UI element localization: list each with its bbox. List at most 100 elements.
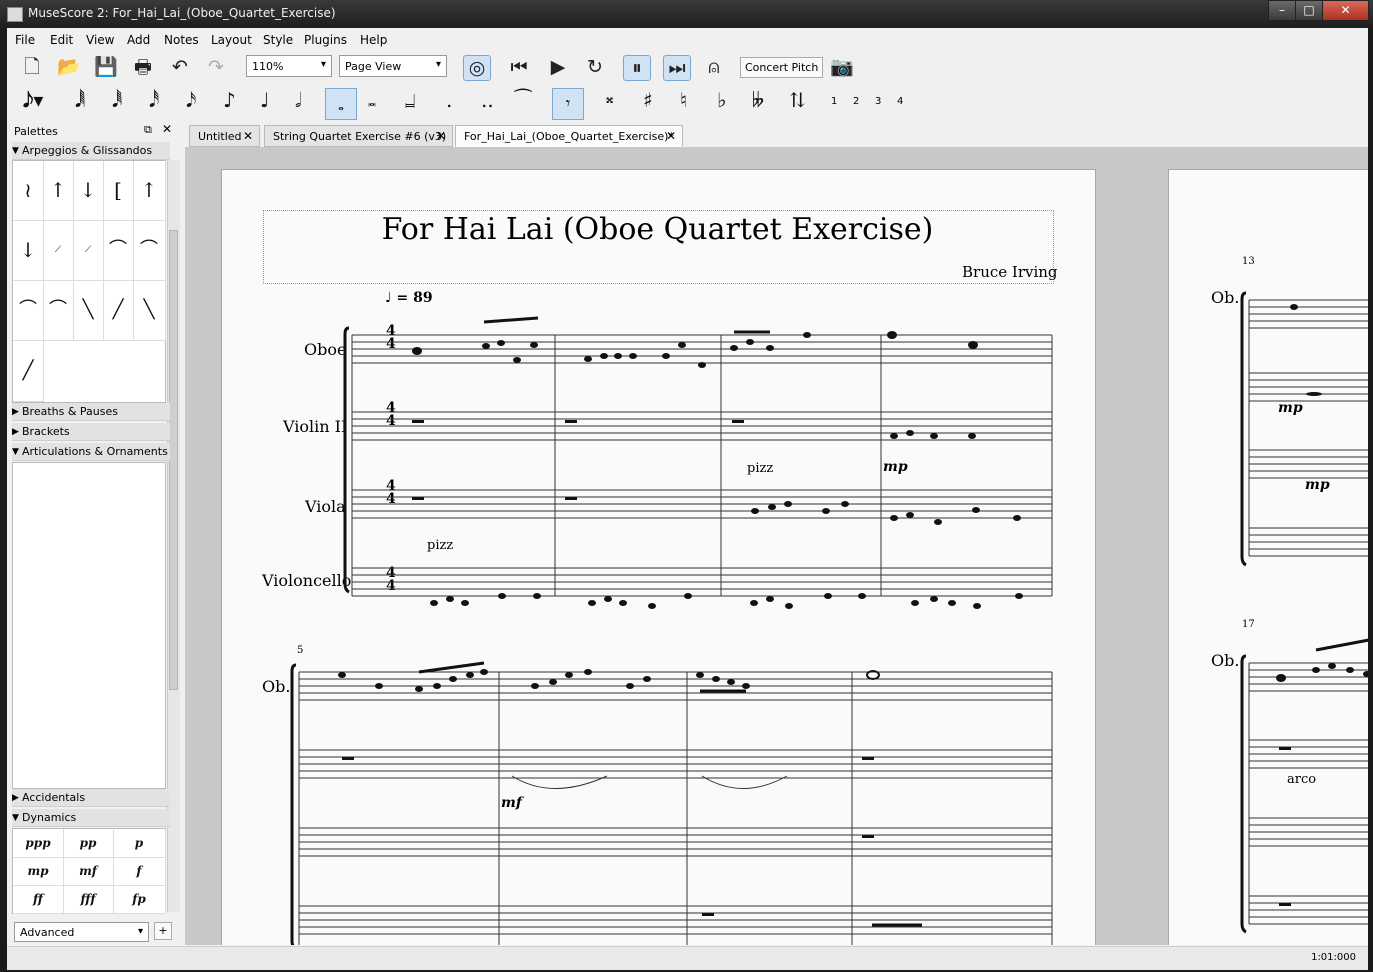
- close-tab-icon[interactable]: ✕: [243, 126, 253, 147]
- dynamic-p[interactable]: p: [113, 829, 166, 858]
- slide-out-down-icon[interactable]: ╲: [73, 280, 104, 341]
- voice-2-button[interactable]: 2: [853, 96, 859, 107]
- camera-icon[interactable]: 📷: [829, 55, 855, 79]
- double-sharp-icon[interactable]: 𝄪: [606, 88, 613, 108]
- staff-lines[interactable]: [1169, 170, 1368, 945]
- dynamic-ff[interactable]: ff: [13, 885, 64, 914]
- dynamic-f[interactable]: f: [113, 857, 166, 886]
- note-128th-icon[interactable]: 𝅘𝅥𝅲: [75, 88, 85, 112]
- menu-notes[interactable]: Notes: [164, 33, 199, 47]
- arpeggio-down-icon[interactable]: ↓: [73, 161, 104, 221]
- menu-style[interactable]: Style: [263, 33, 293, 47]
- menu-add[interactable]: Add: [127, 33, 150, 47]
- arpeggio-up-icon[interactable]: ↑: [43, 161, 74, 221]
- scrollbar-thumb[interactable]: [169, 230, 178, 690]
- float-panel-icon[interactable]: ⧉: [144, 123, 152, 137]
- menu-help[interactable]: Help: [360, 33, 387, 47]
- gliss-wavy-icon[interactable]: ⟋: [73, 220, 104, 281]
- dynamic-mf[interactable]: mf: [63, 857, 114, 886]
- close-tab-icon[interactable]: ✕: [666, 126, 676, 147]
- midi-input-icon[interactable]: ◎: [463, 55, 491, 81]
- note-32nd-icon[interactable]: 𝅘𝅥𝅰: [149, 88, 159, 112]
- slide-in-below-icon[interactable]: ╱: [13, 340, 44, 402]
- rewind-icon[interactable]: ⏮: [506, 55, 532, 79]
- note-whole-icon[interactable]: 𝅝: [325, 88, 357, 120]
- palette-accidentals-header[interactable]: ▶ Accidentals: [12, 789, 170, 807]
- close-panel-icon[interactable]: ✕: [162, 122, 172, 136]
- dynamic-ppp[interactable]: ppp: [13, 829, 64, 858]
- redo-icon[interactable]: ↷: [203, 55, 229, 79]
- fall-icon[interactable]: ⌒: [103, 220, 134, 281]
- note-breve-icon[interactable]: 𝅜: [368, 94, 376, 110]
- palette-breaths-header[interactable]: ▶ Breaths & Pauses: [12, 403, 170, 421]
- metronome-toggle-icon[interactable]: ⏸: [623, 55, 651, 81]
- rest-icon[interactable]: 𝄾: [552, 88, 584, 120]
- pan-score-icon[interactable]: ⏭: [663, 55, 691, 81]
- voice-3-button[interactable]: 3: [875, 96, 881, 107]
- flat-icon[interactable]: ♭: [717, 88, 726, 112]
- loop-icon[interactable]: ↻: [582, 55, 608, 79]
- chevron-down-icon: ▾: [137, 926, 143, 937]
- dynamic-fp[interactable]: fp: [113, 885, 166, 914]
- palette-brackets-header[interactable]: ▶ Brackets: [12, 423, 170, 441]
- close-window-button[interactable]: ✕: [1322, 0, 1369, 21]
- workspace-select[interactable]: Advanced ▾: [14, 922, 149, 942]
- new-score-icon[interactable]: 🗋: [19, 55, 45, 79]
- double-dot-icon[interactable]: ..: [481, 88, 494, 112]
- double-flat-icon[interactable]: 𝄫: [752, 88, 764, 112]
- doit-icon[interactable]: ⌒: [133, 220, 166, 281]
- note-64th-icon[interactable]: 𝅘𝅥𝅱: [112, 88, 122, 112]
- menu-plugins[interactable]: Plugins: [304, 33, 347, 47]
- view-mode-select[interactable]: Page View ▾: [339, 55, 447, 77]
- score-canvas[interactable]: For Hai Lai (Oboe Quartet Exercise) Bruc…: [185, 147, 1368, 945]
- dynamic-fff[interactable]: fff: [63, 885, 114, 914]
- dynamic-mp[interactable]: mp: [13, 857, 64, 886]
- note-input-mode-icon[interactable]: 𝅘𝅥𝅮▾: [23, 88, 43, 112]
- tie-icon[interactable]: ⁀: [515, 88, 531, 112]
- print-icon[interactable]: 🖶: [130, 55, 156, 79]
- augmentation-dot-icon[interactable]: .: [446, 88, 452, 112]
- note-half-icon[interactable]: 𝅗𝅥: [295, 88, 301, 112]
- note-longa-icon[interactable]: 𝆶: [405, 88, 416, 112]
- tab-untitled[interactable]: Untitled ✕: [189, 125, 260, 147]
- maximize-button[interactable]: □: [1295, 0, 1323, 21]
- arrow-up-icon[interactable]: ↑: [133, 161, 166, 221]
- arpeggio-icon[interactable]: ≀: [13, 161, 44, 221]
- sharp-icon[interactable]: ♯: [643, 88, 653, 112]
- zoom-select[interactable]: 110% ▾: [246, 55, 332, 77]
- gliss-straight-icon[interactable]: ⟋: [43, 220, 74, 281]
- arrow-down-icon[interactable]: ↓: [13, 220, 44, 281]
- tab-string-quartet[interactable]: String Quartet Exercise #6 (v3) ✕: [264, 125, 453, 147]
- menu-edit[interactable]: Edit: [50, 33, 73, 47]
- voice-1-button[interactable]: 1: [831, 96, 837, 107]
- slide-out-up-icon[interactable]: ╱: [103, 280, 134, 341]
- palette-dynamics-header[interactable]: ▼ Dynamics: [12, 809, 170, 827]
- play-icon[interactable]: ▶: [545, 55, 571, 79]
- staff-lines[interactable]: [222, 170, 1095, 945]
- scoop-icon[interactable]: ⌒: [43, 280, 74, 341]
- menu-file[interactable]: File: [15, 33, 35, 47]
- minimize-button[interactable]: –: [1268, 0, 1296, 21]
- voice-4-button[interactable]: 4: [897, 96, 903, 107]
- close-tab-icon[interactable]: ✕: [436, 126, 446, 147]
- note-quarter-icon[interactable]: ♩: [260, 88, 269, 112]
- natural-icon[interactable]: ♮: [680, 88, 687, 112]
- save-icon[interactable]: 💾: [93, 55, 119, 79]
- add-workspace-button[interactable]: +: [154, 922, 172, 940]
- menu-layout[interactable]: Layout: [211, 33, 252, 47]
- palette-articulations-header[interactable]: ▼ Articulations & Ornaments: [12, 443, 170, 461]
- tab-for-hai-lai[interactable]: For_Hai_Lai_(Oboe_Quartet_Exercise)* ✕: [455, 125, 683, 147]
- bracket-arpeggio-icon[interactable]: [: [103, 161, 134, 221]
- note-eighth-icon[interactable]: ♪: [223, 88, 236, 112]
- open-folder-icon[interactable]: 📂: [56, 55, 82, 79]
- flip-direction-icon[interactable]: ⇅: [789, 88, 806, 112]
- menu-view[interactable]: View: [86, 33, 114, 47]
- metronome-icon[interactable]: ⍝: [701, 55, 727, 79]
- undo-icon[interactable]: ↶: [167, 55, 193, 79]
- slide-in-above-icon[interactable]: ╲: [133, 280, 166, 341]
- palette-arpeggios-header[interactable]: ▼ Arpeggios & Glissandos: [12, 142, 170, 160]
- note-16th-icon[interactable]: 𝅘𝅥𝅯: [186, 88, 196, 112]
- concert-pitch-button[interactable]: Concert Pitch: [740, 57, 824, 78]
- dynamic-pp[interactable]: pp: [63, 829, 114, 858]
- plop-icon[interactable]: ⌒: [13, 280, 44, 341]
